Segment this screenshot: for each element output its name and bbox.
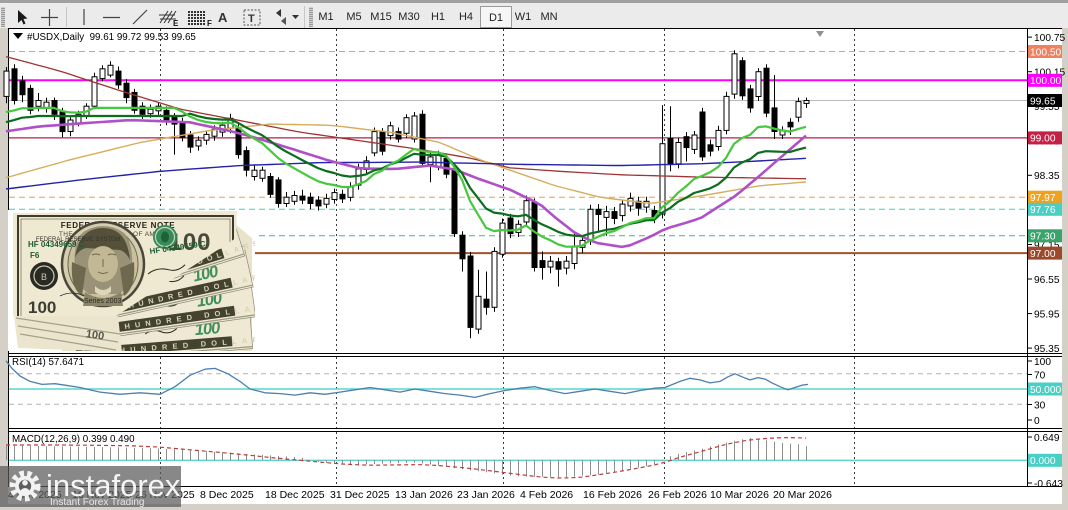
svg-text:F6: F6 [30, 251, 40, 260]
svg-text:23 Jan 2026: 23 Jan 2026 [457, 489, 515, 501]
svg-text:#USDX,Daily 99.61 99.72 99.53: #USDX,Daily 99.61 99.72 99.53 99.65 [27, 32, 196, 43]
svg-text:Series 2003: Series 2003 [84, 298, 121, 305]
svg-text:100.00: 100.00 [1030, 76, 1061, 87]
svg-text:50.000: 50.000 [1030, 385, 1061, 396]
svg-text:0.649: 0.649 [1034, 433, 1060, 444]
svg-text:99.00: 99.00 [1030, 134, 1056, 145]
svg-text:100: 100 [28, 298, 56, 317]
svg-text:100: 100 [85, 328, 105, 342]
svg-text:18 Dec 2025: 18 Dec 2025 [265, 489, 325, 501]
svg-text:26 Feb 2026: 26 Feb 2026 [648, 489, 707, 501]
svg-text:95.95: 95.95 [1034, 309, 1060, 320]
svg-text:100.75: 100.75 [1034, 33, 1065, 44]
svg-text:0.000: 0.000 [1030, 456, 1056, 467]
svg-text:10 Mar 2026: 10 Mar 2026 [710, 489, 769, 501]
svg-text:97.76: 97.76 [1030, 205, 1056, 216]
svg-text:97.00: 97.00 [1030, 249, 1056, 260]
svg-text:31 Dec 2025: 31 Dec 2025 [330, 489, 390, 501]
svg-text:MACD(12,26,9) 0.399 0.490: MACD(12,26,9) 0.399 0.490 [12, 434, 135, 445]
svg-text:4 Feb 2026: 4 Feb 2026 [520, 489, 573, 501]
svg-text:RSI(14) 57.6471: RSI(14) 57.6471 [12, 357, 84, 368]
svg-text:97.30: 97.30 [1030, 232, 1056, 243]
svg-text:97.97: 97.97 [1030, 193, 1056, 204]
svg-text:8 Dec 2025: 8 Dec 2025 [200, 489, 254, 501]
svg-text:98.35: 98.35 [1034, 171, 1060, 182]
svg-text:0: 0 [1034, 416, 1040, 427]
svg-text:B: B [41, 272, 47, 282]
svg-text:100: 100 [1034, 357, 1051, 368]
svg-text:99.65: 99.65 [1030, 96, 1056, 107]
svg-text:FEDERAL RESERVE SYSTEM: FEDERAL RESERVE SYSTEM [36, 237, 120, 243]
svg-text:96.55: 96.55 [1034, 275, 1060, 286]
svg-text:95.35: 95.35 [1034, 344, 1060, 355]
svg-text:100.50: 100.50 [1030, 47, 1061, 58]
svg-text:13 Jan 2026: 13 Jan 2026 [395, 489, 453, 501]
svg-text:70: 70 [1034, 370, 1046, 381]
svg-text:20 Mar 2026: 20 Mar 2026 [773, 489, 832, 501]
svg-text:16 Feb 2026: 16 Feb 2026 [583, 489, 642, 501]
svg-text:30: 30 [1034, 400, 1046, 411]
svg-text:Instant Forex Trading: Instant Forex Trading [50, 497, 145, 508]
